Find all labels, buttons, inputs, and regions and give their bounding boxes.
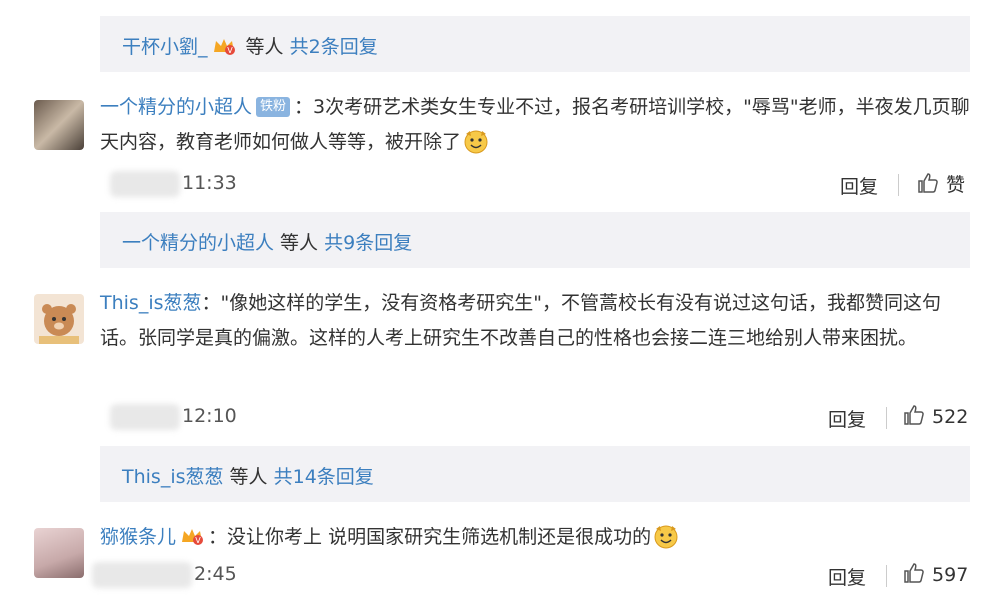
comment-time: 12:10 (182, 405, 237, 427)
reply-bar-middle: 等人 (274, 232, 325, 254)
svg-text:V: V (227, 46, 233, 55)
smile-emoji-icon (463, 128, 489, 154)
comment-username[interactable]: This_is葱葱 (100, 292, 202, 314)
crown-icon: V (212, 36, 236, 56)
reply-bar-middle: 等人 (223, 466, 274, 488)
avatar[interactable] (34, 528, 84, 578)
reply-button[interactable]: 回复 (828, 563, 866, 590)
thumbs-up-icon (916, 173, 940, 196)
colon: ： (294, 96, 314, 118)
like-count: 597 (932, 564, 969, 586)
smile-emoji-icon (653, 523, 679, 549)
comment-time: 2:45 (194, 563, 237, 585)
like-button[interactable]: 赞 (916, 170, 965, 197)
comment-body: 猕猴条儿 V ：没让你考上 说明国家研究生筛选机制还是很成功的 (100, 520, 970, 555)
reply-summary-bar[interactable]: 一个精分的小超人 等人 共9条回复 (100, 212, 970, 268)
comment-body: 一个精分的小超人 铁粉 ：3次考研艺术类女生专业不过，报名考研培训学校，"辱骂"老师… (100, 90, 970, 160)
fan-badge[interactable]: 铁粉 (256, 97, 291, 117)
comment-text: 没让你考上 说明国家研究生筛选机制还是很成功的 (227, 526, 652, 548)
reply-summary-bar[interactable]: 干杯小劉_ V 等人 共2条回复 (100, 16, 970, 72)
like-button[interactable]: 597 (902, 561, 968, 586)
like-button[interactable]: 522 (902, 403, 968, 428)
comment-time: 11:33 (182, 172, 237, 194)
reply-bar-user[interactable]: 干杯小劉_ (122, 36, 208, 58)
blurred-info (110, 171, 180, 197)
comment-username[interactable]: 猕猴条儿 (100, 526, 176, 548)
colon: ： (208, 526, 228, 548)
svg-text:V: V (195, 536, 201, 545)
reply-bar-middle: 等人 (239, 36, 290, 58)
avatar[interactable] (34, 294, 84, 344)
reply-bar-count[interactable]: 共14条回复 (274, 466, 374, 488)
thumbs-up-icon (902, 563, 926, 586)
comment-username[interactable]: 一个精分的小超人 (100, 96, 252, 118)
blurred-info (92, 562, 192, 588)
reply-bar-user[interactable]: 一个精分的小超人 (122, 232, 274, 254)
like-count: 赞 (946, 174, 966, 196)
comment-text: "像她这样的学生，没有资格考研究生"，不管蒿校长有没有说过这句话，我都赞同这句话… (100, 292, 942, 349)
divider (886, 565, 887, 587)
divider (898, 174, 899, 196)
reply-summary-bar[interactable]: This_is葱葱 等人 共14条回复 (100, 446, 970, 502)
like-count: 522 (932, 406, 969, 428)
reply-bar-user[interactable]: This_is葱葱 (122, 466, 224, 488)
colon: ： (201, 292, 221, 314)
thumbs-up-icon (902, 405, 926, 428)
reply-button[interactable]: 回复 (828, 405, 866, 432)
blurred-info (110, 404, 180, 430)
crown-icon: V (180, 523, 204, 545)
reply-bar-count[interactable]: 共9条回复 (324, 232, 412, 254)
reply-bar-count[interactable]: 共2条回复 (290, 36, 378, 58)
comment-body: This_is葱葱："像她这样的学生，没有资格考研究生"，不管蒿校长有没有说过这… (100, 286, 970, 356)
reply-button[interactable]: 回复 (840, 172, 878, 199)
avatar[interactable] (34, 100, 84, 150)
divider (886, 407, 887, 429)
